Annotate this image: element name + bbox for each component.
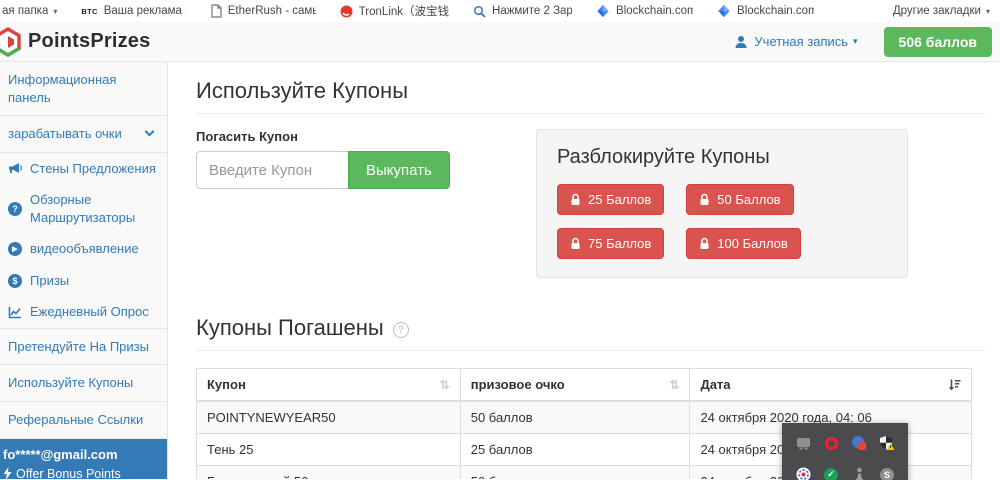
cell-coupon: Бесстрашный 50 xyxy=(197,466,461,480)
bookmark-item[interactable]: TronLink（波宝钱 xyxy=(340,3,449,19)
tray-app-icon[interactable] xyxy=(851,467,867,480)
redeem-coupon-form: Погасить Купон Выкупать xyxy=(196,129,536,189)
caret-down-icon: ▾ xyxy=(53,7,57,16)
table-header-date[interactable]: Дата xyxy=(690,369,972,402)
redeem-button[interactable]: Выкупать xyxy=(348,151,450,189)
btc-icon: BTC xyxy=(81,7,97,16)
sidebar-item-earn-points[interactable]: зарабатывать очки xyxy=(0,116,167,152)
caret-down-icon: ▾ xyxy=(986,7,990,16)
chevron-down-icon xyxy=(145,127,155,137)
sort-icon: ⇅ xyxy=(669,378,679,392)
cell-points: 50 баллов xyxy=(460,466,690,480)
account-email: fo*****@gmail.com xyxy=(3,447,159,463)
bookmark-label: Нажмите 2 Зараб xyxy=(492,5,572,17)
other-bookmarks[interactable]: Другие закладки ▾ xyxy=(893,5,990,17)
bookmark-item[interactable]: Blockchain.com Wa xyxy=(596,4,693,18)
account-menu[interactable]: Учетная запись ▾ xyxy=(734,34,857,49)
table-header-points[interactable]: призовое очко ⇅ xyxy=(460,369,690,402)
caret-down-icon: ▾ xyxy=(853,36,858,47)
bookmark-item[interactable]: Нажмите 2 Зараб xyxy=(473,5,572,18)
coupon-input[interactable] xyxy=(196,151,348,189)
tray-antivirus-icon[interactable]: ✓ xyxy=(823,467,839,480)
bookmark-item[interactable]: EtherRush - самый xyxy=(210,4,316,18)
sidebar-account-gmail[interactable]: fo*****@gmail.com Offer Bonus Points xyxy=(0,439,167,479)
bookmark-folder[interactable]: ая папка ▾ xyxy=(2,5,57,17)
blockchain-icon xyxy=(717,4,731,18)
tray-opera-icon[interactable] xyxy=(823,435,839,451)
user-icon xyxy=(734,35,748,49)
system-tray-popup: ✓ S xyxy=(782,423,908,480)
other-bookmarks-label: Другие закладки xyxy=(893,5,981,17)
main-content: Используйте Купоны Погасить Купон Выкупа… xyxy=(168,62,1000,479)
lock-icon xyxy=(570,193,581,206)
sidebar-nav: Информационная панель зарабатывать очки … xyxy=(0,62,168,479)
bookmark-label: TronLink（波宝钱 xyxy=(359,3,449,19)
tray-media-icon[interactable] xyxy=(795,467,811,480)
account-label: Учетная запись xyxy=(754,34,848,49)
cell-points: 50 баллов xyxy=(460,401,690,434)
site-header: PointsPrizes Учетная запись ▾ 506 баллов xyxy=(0,22,1000,62)
page-title: Используйте Купоны xyxy=(196,78,985,104)
sidebar-item-dashboard[interactable]: Информационная панель xyxy=(0,62,167,115)
sidebar-item-referral-links[interactable]: Реферальные Ссылки xyxy=(0,402,167,438)
bookmark-label: Blockchain.com Wa xyxy=(616,5,693,17)
divider xyxy=(196,113,985,114)
redeemed-coupons-title: Купоны Погашены xyxy=(196,315,384,341)
redeem-coupon-label: Погасить Купон xyxy=(196,129,536,144)
cell-points: 25 баллов xyxy=(460,434,690,466)
unlock-25-points-button[interactable]: 25 Баллов xyxy=(557,184,664,215)
sidebar-item-daily-poll[interactable]: Ежедневный Опрос xyxy=(0,296,167,328)
cell-coupon: POINTYNEWYEAR50 xyxy=(197,401,461,434)
brand-logo[interactable]: PointsPrizes xyxy=(0,27,150,57)
question-circle-icon: ? xyxy=(8,202,25,216)
sidebar-item-claim-prizes[interactable]: Претендуйте На Призы xyxy=(0,329,167,365)
bookmark-item[interactable]: BTC Ваша реклама в с xyxy=(81,5,185,17)
money-icon: $ xyxy=(8,274,25,288)
unlock-100-points-button[interactable]: 100 Баллов xyxy=(686,228,801,259)
tray-chat-icon[interactable] xyxy=(795,435,811,451)
lock-icon xyxy=(699,193,710,206)
megaphone-icon xyxy=(8,162,25,175)
lock-icon xyxy=(570,237,581,250)
help-icon[interactable]: ? xyxy=(393,322,409,338)
lock-icon xyxy=(699,237,710,250)
sidebar-item-offer-walls[interactable]: Стены Предложения xyxy=(0,153,167,185)
table-header-coupon[interactable]: Купон ⇅ xyxy=(197,369,461,402)
bookmark-item[interactable]: Blockchain.com Wa xyxy=(717,4,814,18)
chart-icon xyxy=(8,306,25,319)
bookmark-label: EtherRush - самый xyxy=(228,5,316,17)
sort-desc-icon xyxy=(948,378,961,391)
unlock-coupons-panel: Разблокируйте Купоны 25 Баллов 50 Баллов… xyxy=(536,129,908,278)
tray-shield-warning-icon[interactable] xyxy=(879,435,895,451)
search-icon xyxy=(473,5,486,18)
sidebar-item-video-ads[interactable]: ▶ видеообъявление xyxy=(0,233,167,265)
sidebar-item-prizes[interactable]: $ Призы xyxy=(0,265,167,297)
cell-coupon: Тень 25 xyxy=(197,434,461,466)
browser-bookmarks-bar: ая папка ▾ BTC Ваша реклама в с EtherRus… xyxy=(0,0,1000,22)
sort-icon: ⇅ xyxy=(440,378,450,392)
play-circle-icon: ▶ xyxy=(8,242,25,256)
tronlink-icon xyxy=(340,5,353,18)
tray-skype-icon[interactable]: S xyxy=(879,467,895,480)
unlock-coupons-title: Разблокируйте Купоны xyxy=(557,146,887,169)
points-balance-badge[interactable]: 506 баллов xyxy=(884,27,992,57)
unlock-50-points-button[interactable]: 50 Баллов xyxy=(686,184,793,215)
tray-sync-icon[interactable] xyxy=(851,435,867,451)
page-icon xyxy=(210,4,222,18)
unlock-75-points-button[interactable]: 75 Баллов xyxy=(557,228,664,259)
sidebar-item-use-coupons[interactable]: Используйте Купоны xyxy=(0,365,167,401)
divider xyxy=(196,350,985,351)
bookmark-label: Ваша реклама в с xyxy=(104,5,186,17)
blockchain-icon xyxy=(596,4,610,18)
bookmark-folder-label: ая папка xyxy=(2,5,48,17)
pointsprizes-logo-icon xyxy=(0,27,23,57)
bookmark-label: Blockchain.com Wa xyxy=(737,5,814,17)
sidebar-item-survey-routers[interactable]: ? Обзорные Маршрутизаторы xyxy=(0,184,167,233)
account-offer-label: Offer Bonus Points xyxy=(16,466,121,479)
brand-name: PointsPrizes xyxy=(28,30,150,53)
bolt-icon xyxy=(3,467,12,479)
